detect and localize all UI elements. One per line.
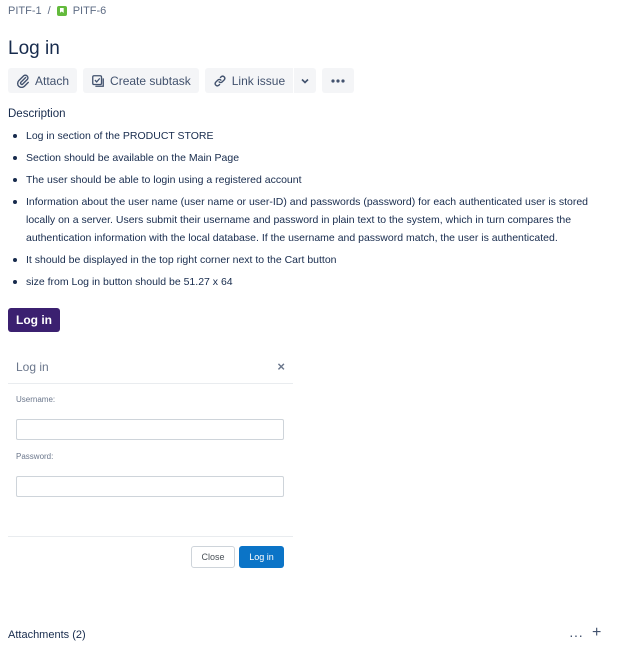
modal-header: Log in × xyxy=(8,350,293,384)
username-field xyxy=(16,419,284,440)
create-subtask-label: Create subtask xyxy=(110,73,191,88)
more-actions-button[interactable] xyxy=(322,68,355,93)
link-issue-dropdown-button[interactable] xyxy=(294,68,317,93)
attach-label: Attach xyxy=(35,73,70,88)
link-icon xyxy=(213,74,227,88)
add-attachment-icon[interactable]: + xyxy=(592,624,601,642)
password-label: Password: xyxy=(16,452,54,461)
description-list[interactable]: Log in section of the PRODUCT STORE Sect… xyxy=(8,127,593,295)
description-item: It should be displayed in the top right … xyxy=(8,251,593,269)
more-icon xyxy=(330,78,346,84)
description-item: size from Log in button should be 51.27 … xyxy=(8,273,593,291)
issue-toolbar: Attach Create subtask Link issue xyxy=(8,68,355,93)
page-title[interactable]: Log in xyxy=(8,38,60,60)
modal-login-button: Log in xyxy=(239,546,284,568)
description-item: Log in section of the PRODUCT STORE xyxy=(8,127,593,145)
mockup-login-button-image: Log in xyxy=(8,308,60,332)
modal-footer: Close Log in xyxy=(8,536,293,579)
breadcrumb-current-link[interactable]: PITF-6 xyxy=(73,5,107,17)
breadcrumb-parent-link[interactable]: PITF-1 xyxy=(8,5,42,17)
description-item: Information about the user name (user na… xyxy=(8,193,593,247)
description-item: The user should be able to login using a… xyxy=(8,171,593,189)
password-field xyxy=(16,476,284,497)
close-icon: × xyxy=(277,359,285,374)
link-issue-group: Link issue xyxy=(204,68,317,93)
mockup-login-modal-image: Log in × Username: Password: Close Log i… xyxy=(8,350,293,578)
breadcrumb-separator: / xyxy=(47,5,51,17)
chevron-down-icon xyxy=(300,76,310,86)
modal-title: Log in xyxy=(16,359,49,374)
attach-button[interactable]: Attach xyxy=(8,68,78,93)
create-subtask-button[interactable]: Create subtask xyxy=(83,68,199,93)
subtask-icon xyxy=(91,74,105,88)
paperclip-icon xyxy=(16,74,30,88)
breadcrumb: PITF-1 / PITF-6 xyxy=(8,5,106,17)
story-icon xyxy=(56,6,67,16)
modal-close-button: Close xyxy=(191,546,235,568)
description-item: Section should be available on the Main … xyxy=(8,149,593,167)
attachments-heading: Attachments (2) xyxy=(8,629,86,641)
username-label: Username: xyxy=(16,395,56,404)
link-issue-label: Link issue xyxy=(231,73,286,88)
link-issue-button[interactable]: Link issue xyxy=(204,68,294,93)
attachments-more-icon[interactable]: ··· xyxy=(569,627,583,643)
description-heading: Description xyxy=(8,108,66,120)
